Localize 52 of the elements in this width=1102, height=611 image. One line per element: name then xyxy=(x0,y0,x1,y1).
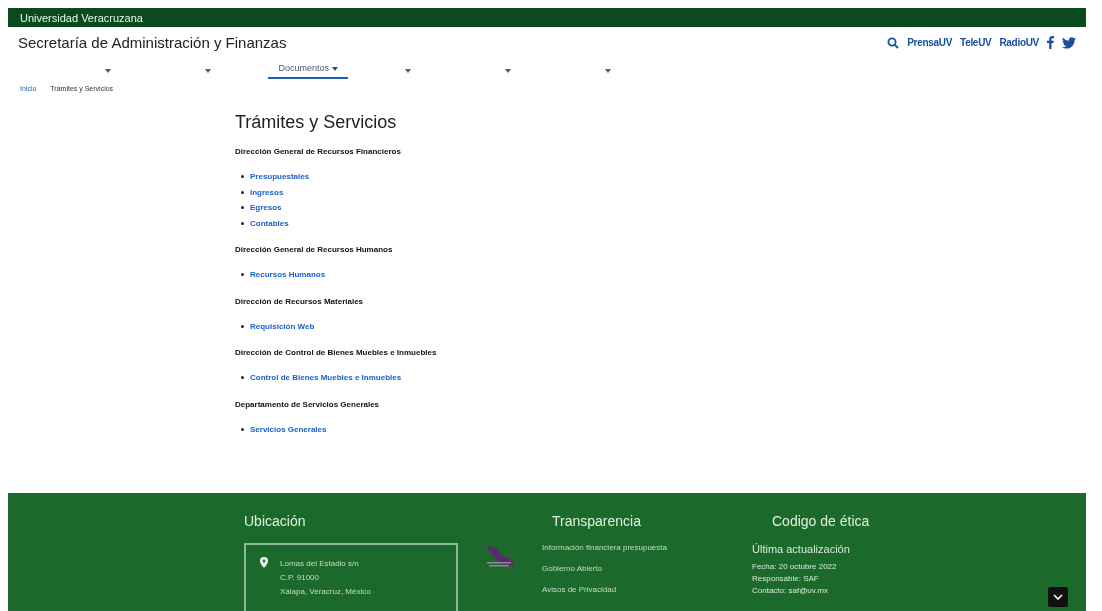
chevron-down-icon xyxy=(1053,594,1063,600)
bullet-icon xyxy=(241,221,244,225)
footer-heading: Transparencia xyxy=(552,513,642,529)
bullet-icon xyxy=(241,273,244,277)
section-heading: Dirección de Recursos Materiales xyxy=(235,296,365,306)
bullet-icon xyxy=(241,324,244,328)
bullet-icon xyxy=(241,190,244,194)
scroll-button[interactable] xyxy=(1048,587,1068,607)
facebook-icon[interactable] xyxy=(1047,36,1054,49)
footer-heading: Ubicación xyxy=(244,513,307,529)
location-pin-icon xyxy=(260,557,268,568)
search-icon[interactable] xyxy=(887,36,900,49)
caret-icon[interactable] xyxy=(605,69,611,73)
caret-icon[interactable] xyxy=(505,69,511,73)
footer-link[interactable]: Avisos de Privacidad xyxy=(542,585,752,594)
page-title: Trámites y Servicios xyxy=(235,112,398,133)
service-link[interactable]: Ingresos xyxy=(250,184,284,200)
service-link[interactable]: Recursos Humanos xyxy=(250,267,326,283)
service-link[interactable]: Requisición Web xyxy=(250,318,315,334)
section-heading: Dirección de Control de Bienes Muebles e Inmuebles xyxy=(235,348,438,357)
section-heading: Dirección General de Recursos Humanos xyxy=(235,245,394,254)
caret-icon xyxy=(331,67,338,71)
caret-icon[interactable] xyxy=(205,69,211,73)
header-link[interactable]: PrensaUV xyxy=(907,37,953,48)
university-name[interactable]: Universidad Veracruzana xyxy=(20,11,143,24)
page-header-title: Secretaría de Administración y Finanzas xyxy=(18,34,287,51)
caret-icon[interactable] xyxy=(405,69,411,73)
header-link[interactable]: RadioUV xyxy=(999,37,1039,48)
footer-link[interactable]: Información financiera presupuesta xyxy=(542,543,752,552)
service-link[interactable]: Contables xyxy=(250,215,289,231)
nav-dropdown[interactable]: Documentos xyxy=(268,63,348,79)
footer-heading: Codigo de ética xyxy=(772,513,870,529)
service-link[interactable]: Presupuestales xyxy=(250,169,310,185)
service-link[interactable]: Servicios Generales xyxy=(250,421,327,437)
update-title: Última actualización xyxy=(752,543,851,555)
caret-icon[interactable] xyxy=(105,69,111,73)
section-heading: Departamento de Servicios Generales xyxy=(235,399,381,409)
update-info: Fecha: 20 octubre 2022 xyxy=(752,561,838,573)
bullet-icon xyxy=(241,175,244,179)
address-text: Lomas del Estadio s/n C.P. 91000 Xalapa, Veracruz, México xyxy=(280,558,371,598)
update-info: Contacto: saf@uv.mx xyxy=(752,585,829,597)
bullet-icon xyxy=(241,427,244,431)
bullet-icon xyxy=(241,376,244,380)
twitter-icon[interactable] xyxy=(1062,36,1076,49)
bullet-icon xyxy=(241,206,244,210)
map-logo-icon xyxy=(484,543,516,569)
footer-link[interactable]: Gobierno Abierto xyxy=(542,564,752,573)
header-link[interactable]: TeleUV xyxy=(960,37,992,48)
service-link[interactable]: Egresos xyxy=(250,200,282,216)
section-heading: Dirección General de Recursos Financieros xyxy=(235,147,402,156)
update-info: Responsable: SAF xyxy=(752,573,820,585)
service-link[interactable]: Control de Bienes Muebles e Inmuebles xyxy=(250,370,402,386)
